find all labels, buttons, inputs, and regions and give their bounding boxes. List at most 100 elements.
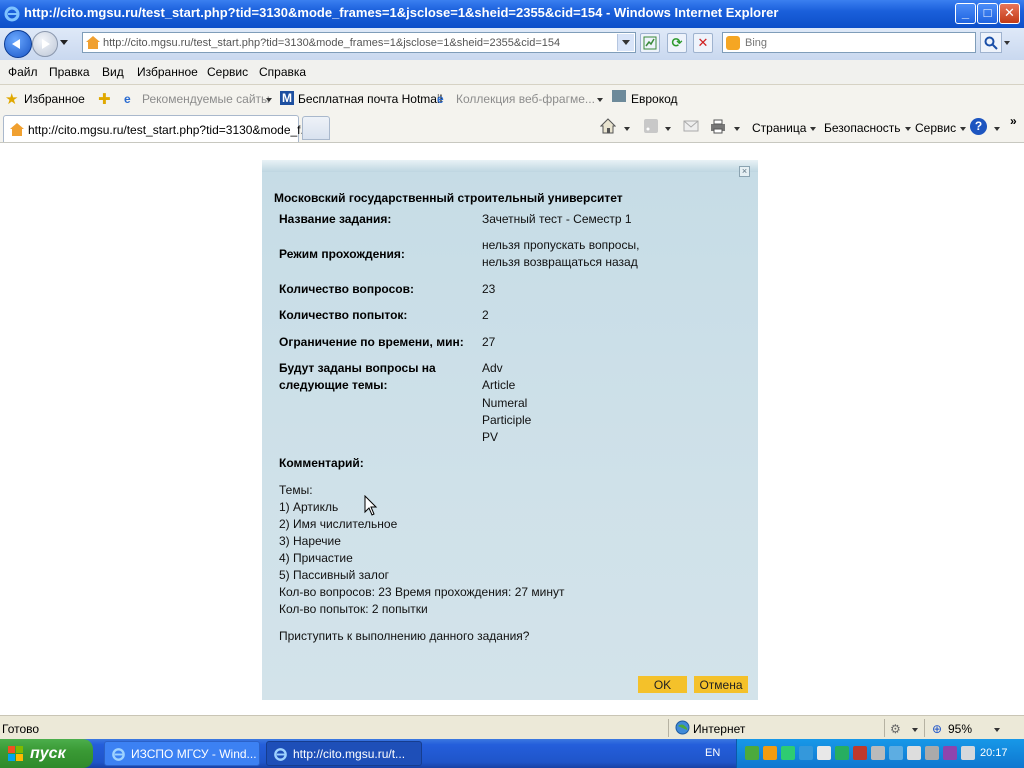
- new-tab-button[interactable]: [302, 116, 330, 140]
- comment-line: Кол-во попыток: 2 попытки: [279, 602, 428, 616]
- ie-icon: [274, 748, 287, 761]
- favorites-star-icon: ★: [5, 91, 19, 108]
- menu-view[interactable]: Вид: [102, 65, 124, 79]
- web-slice-gallery-link[interactable]: Коллекция веб-фрагме...: [456, 92, 595, 106]
- navigation-bar: ⟳ ✕: [0, 28, 1024, 60]
- cancel-button[interactable]: Отмена: [694, 676, 748, 693]
- tools-menu[interactable]: Сервис: [915, 121, 967, 135]
- recommended-sites-dropdown[interactable]: [262, 92, 272, 106]
- close-window-button[interactable]: ✕: [999, 3, 1020, 24]
- hotmail-link[interactable]: Бесплатная почта Hotmail: [298, 92, 442, 106]
- back-button[interactable]: [4, 30, 32, 58]
- tray-icon[interactable]: [835, 746, 849, 760]
- ie-icon: [112, 748, 125, 761]
- feeds-dropdown[interactable]: [661, 121, 671, 135]
- mail-icon[interactable]: [683, 118, 699, 134]
- taskbar: пуск ИЗСПО МГСУ - Wind... http://cito.mg…: [0, 739, 1024, 768]
- taskbar-item-izspo[interactable]: ИЗСПО МГСУ - Wind...: [104, 741, 260, 766]
- tools-menu-label: Сервис: [915, 121, 957, 135]
- taskbar-item-label: ИЗСПО МГСУ - Wind...: [131, 747, 257, 761]
- topic-item: Article: [482, 378, 516, 392]
- dialog-close-icon[interactable]: ×: [739, 166, 750, 177]
- forward-button[interactable]: [32, 31, 58, 57]
- topic-item: PV: [482, 430, 499, 444]
- menu-tools[interactable]: Сервис: [207, 65, 248, 79]
- help-icon[interactable]: ?: [970, 118, 987, 135]
- tray-icon[interactable]: [817, 746, 831, 760]
- add-to-favorites-bar-icon[interactable]: ✚: [98, 90, 111, 108]
- tray-icon[interactable]: [907, 746, 921, 760]
- zoom-dropdown[interactable]: [990, 722, 1000, 736]
- page-menu-label: Страница: [752, 121, 807, 135]
- refresh-icon[interactable]: ⟳: [667, 33, 687, 53]
- bing-icon: [726, 36, 740, 50]
- comment-line: Темы:: [279, 483, 313, 497]
- address-input[interactable]: [103, 34, 613, 51]
- protected-mode-dropdown[interactable]: [908, 722, 918, 736]
- window-titlebar: http://cito.mgsu.ru/test_start.php?tid=3…: [0, 0, 1024, 28]
- tray-icon[interactable]: [781, 746, 795, 760]
- status-divider: [924, 719, 925, 737]
- favorites-button[interactable]: Избранное: [24, 92, 85, 106]
- start-button[interactable]: пуск: [0, 739, 93, 768]
- search-input[interactable]: [745, 34, 965, 51]
- home-dropdown[interactable]: [620, 121, 630, 135]
- compatibility-view-icon[interactable]: [640, 33, 660, 53]
- topics-label-line-1: Будут заданы вопросы на: [279, 361, 436, 375]
- address-dropdown-button[interactable]: [617, 34, 634, 51]
- comment-line: 2) Имя числительное: [279, 517, 398, 531]
- mode-value-line-1: нельзя пропускать вопросы,: [482, 238, 640, 252]
- windows-logo-icon: [8, 746, 23, 761]
- evrokod-link[interactable]: Еврокод: [631, 92, 678, 106]
- tray-icon[interactable]: [961, 746, 975, 760]
- maximize-button[interactable]: □: [977, 3, 998, 24]
- evrokod-icon: [612, 90, 626, 102]
- tray-icon[interactable]: [889, 746, 903, 760]
- tray-icon[interactable]: [763, 746, 777, 760]
- page-menu[interactable]: Страница: [752, 121, 817, 135]
- search-options-dropdown[interactable]: [1004, 41, 1010, 45]
- topic-item: Participle: [482, 413, 532, 427]
- tray-icon[interactable]: [925, 746, 939, 760]
- clock[interactable]: 20:17: [980, 747, 1008, 759]
- recommended-sites-link[interactable]: Рекомендуемые сайты: [142, 92, 270, 106]
- recent-pages-dropdown[interactable]: [60, 40, 68, 45]
- menu-edit[interactable]: Правка: [49, 65, 90, 79]
- menu-bar: Файл Правка Вид Избранное Сервис Справка: [0, 60, 1024, 85]
- taskbar-item-cito[interactable]: http://cito.mgsu.ru/t...: [266, 741, 422, 766]
- search-box: [722, 32, 976, 53]
- status-text: Готово: [2, 722, 40, 736]
- help-dropdown[interactable]: [990, 121, 1000, 135]
- web-slice-dropdown[interactable]: [593, 92, 603, 106]
- tab-row: http://cito.mgsu.ru/test_start.php?tid=3…: [0, 112, 1024, 143]
- print-dropdown[interactable]: [730, 121, 740, 135]
- tray-icon[interactable]: [799, 746, 813, 760]
- tray-icon[interactable]: [943, 746, 957, 760]
- menu-file[interactable]: Файл: [8, 65, 38, 79]
- protected-mode-icon[interactable]: ⚙: [890, 722, 901, 736]
- volume-icon[interactable]: [871, 746, 885, 760]
- home-icon[interactable]: [600, 118, 616, 134]
- feeds-icon[interactable]: [643, 118, 659, 134]
- comment-line: Кол-во вопросов: 23 Время прохождения: 2…: [279, 585, 565, 599]
- tab-current[interactable]: http://cito.mgsu.ru/test_start.php?tid=3…: [3, 115, 311, 142]
- print-icon[interactable]: [710, 118, 726, 134]
- internet-zone-icon: [675, 720, 690, 735]
- menu-help[interactable]: Справка: [259, 65, 306, 79]
- test-start-dialog: × Московский государственный строительны…: [262, 160, 758, 700]
- toolbar-overflow-icon[interactable]: »: [1010, 114, 1017, 128]
- minimize-button[interactable]: _: [955, 3, 976, 24]
- ok-button[interactable]: OK: [638, 676, 687, 693]
- tray-icon[interactable]: [853, 746, 867, 760]
- language-indicator[interactable]: EN: [705, 747, 720, 759]
- zone-text: Интернет: [693, 722, 746, 736]
- search-icon: [984, 36, 998, 50]
- stop-icon[interactable]: ✕: [693, 33, 713, 53]
- tray-icon[interactable]: [745, 746, 759, 760]
- safety-menu[interactable]: Безопасность: [824, 121, 911, 135]
- search-button[interactable]: [980, 32, 1002, 53]
- comment-label: Комментарий:: [279, 456, 364, 470]
- menu-favorites[interactable]: Избранное: [137, 65, 198, 79]
- zoom-level[interactable]: 95%: [948, 722, 972, 736]
- zoom-icon[interactable]: ⊕: [932, 722, 942, 736]
